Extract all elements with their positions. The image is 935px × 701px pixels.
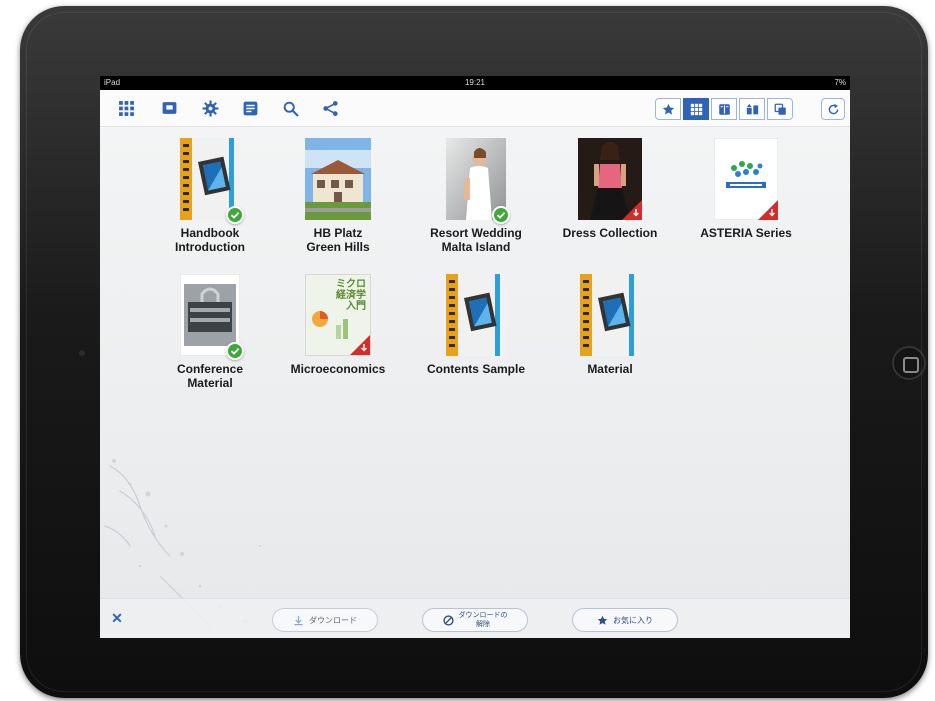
book-item[interactable]: HB Platz Green Hills [278,138,398,254]
clock: 19:21 [464,78,486,87]
download-marker-icon [622,200,642,220]
search-icon[interactable] [278,96,302,120]
stack-view-icon [774,103,786,115]
book-item[interactable]: Resort Wedding Malta Island [416,138,536,254]
book-cover[interactable] [578,138,642,220]
book-cover[interactable] [305,138,371,220]
download-marker-icon [350,335,370,355]
stack-view-button[interactable] [767,98,793,120]
slideshow-icon[interactable] [157,96,181,120]
grid-icon[interactable] [114,96,138,120]
bottom-action-bar: ✕ ダウンロード ダウンロードの 解除 お気に入り [100,598,850,638]
book-title: Handbook Introduction [175,226,245,254]
book-title: Conference Material [176,362,244,390]
home-button[interactable] [892,346,926,380]
book-item[interactable]: ミクロ 経済学 入門 Microeconomics [278,274,398,376]
book-cover[interactable] [580,274,640,356]
book-view-icon [718,103,730,115]
favorite-button[interactable]: お気に入り [572,608,678,632]
book-title: Resort Wedding Malta Island [430,226,522,254]
close-icon[interactable]: ✕ [108,609,126,627]
battery-label: 7% [834,78,846,87]
book-item[interactable]: Contents Sample [416,274,536,376]
star-icon [597,615,608,625]
toolbar [100,90,850,127]
book-item[interactable]: Dress Collection [550,138,670,240]
favorite-label: お気に入り [613,615,653,625]
remove-download-label: ダウンロードの 解除 [458,612,508,628]
remove-download-button[interactable]: ダウンロードの 解除 [422,608,528,632]
book-title: Dress Collection [562,226,658,240]
remove-download-icon [442,614,454,626]
book-cover[interactable]: ミクロ 経済学 入門 [305,274,371,356]
book-title: Material [587,362,633,376]
house-photo-cover [305,138,371,220]
downloaded-check-icon [226,206,244,224]
grid-view-button[interactable] [683,98,709,120]
book-cover[interactable] [446,274,506,356]
grid-view-icon [690,103,702,115]
book-cover[interactable] [180,138,244,224]
reload-icon [828,103,838,114]
book-item[interactable]: Conference Material [150,273,270,390]
gear-icon[interactable] [198,96,222,120]
book-title: HB Platz Green Hills [306,226,370,254]
note-icon[interactable] [238,96,262,120]
downloaded-check-icon [226,342,244,360]
favorites-view-button[interactable] [655,98,681,120]
status-bar: iPad 19:21 7% [100,76,850,90]
downloaded-check-icon [492,206,510,224]
book-cover[interactable] [713,137,779,221]
reload-button[interactable] [821,98,845,120]
star-icon [662,103,674,115]
camera [79,350,85,356]
book-title: Microeconomics [290,362,386,376]
book-title: Contents Sample [426,362,525,376]
video-cover [580,274,640,356]
download-icon [294,615,303,625]
download-marker-icon [758,200,778,220]
share-icon[interactable] [318,96,342,120]
thumb-view-button[interactable] [739,98,765,120]
download-label: ダウンロード [309,615,357,625]
thumb-view-icon [746,103,758,114]
book-item[interactable]: Material [550,274,670,376]
book-view-button[interactable] [711,98,737,120]
book-cover[interactable] [446,138,510,224]
book-cover[interactable] [179,273,244,360]
book-title: ASTERIA Series [700,226,792,240]
book-item[interactable]: ASTERIA Series [686,137,806,240]
download-button[interactable]: ダウンロード [272,608,378,632]
book-item[interactable]: Handbook Introduction [150,138,270,254]
screen: iPad 19:21 7% Handbook Introduction HB P… [100,76,850,638]
video-cover [446,274,506,356]
